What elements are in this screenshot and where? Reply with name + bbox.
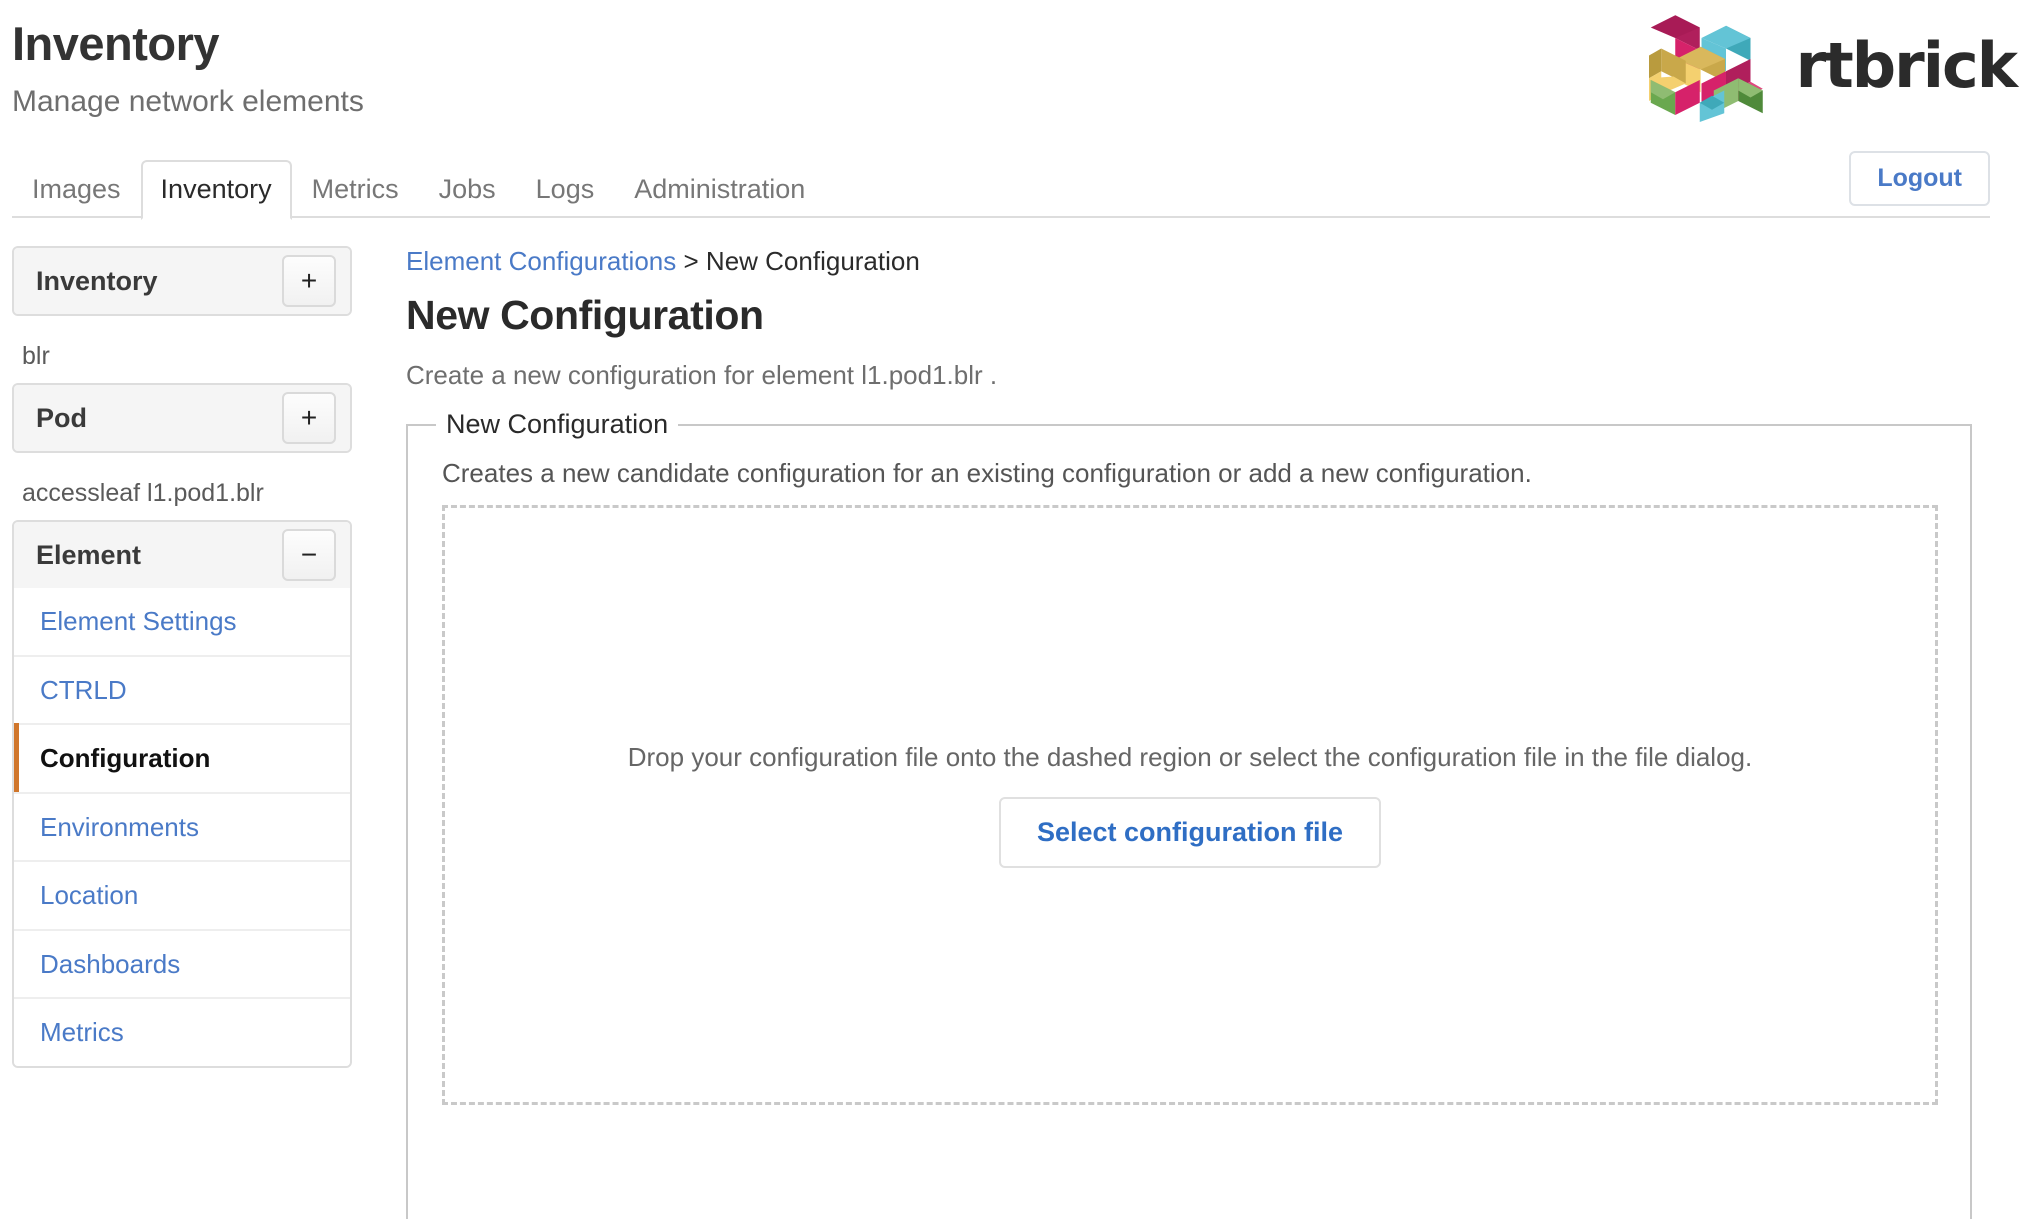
tab-administration[interactable]: Administration <box>614 163 825 218</box>
sidebar-panel-element-title: Element <box>36 539 142 570</box>
sidebar-item-location[interactable]: Location <box>14 860 350 929</box>
sidebar-panel-inventory-header: Inventory + <box>14 248 350 314</box>
sidebar-item-metrics[interactable]: Metrics <box>14 997 350 1066</box>
sidebar-panel-inventory: Inventory + <box>12 246 352 316</box>
sidebar-panel-element-header: Element − <box>14 522 350 588</box>
sidebar-panel-pod-header: Pod + <box>14 385 350 451</box>
tab-images[interactable]: Images <box>12 163 141 218</box>
sidebar-panel-element: Element − Element Settings CTRLD Configu… <box>12 520 352 1068</box>
sidebar: Inventory + blr Pod + accessleaf l1.pod1… <box>0 246 360 1170</box>
tab-jobs[interactable]: Jobs <box>419 163 516 218</box>
tab-inventory[interactable]: Inventory <box>140 160 292 220</box>
sidebar-element-menu: Element Settings CTRLD Configuration Env… <box>14 588 350 1066</box>
brand-logo: rtbrick <box>1642 10 2018 122</box>
sidebar-item-element-settings[interactable]: Element Settings <box>14 588 350 655</box>
main-description: Create a new configuration for element l… <box>406 360 998 391</box>
expand-inventory-button[interactable]: + <box>282 255 336 307</box>
collapse-element-button[interactable]: − <box>282 529 336 581</box>
configuration-file-dropzone[interactable]: Drop your configuration file onto the da… <box>442 505 1938 1106</box>
sidebar-item-dashboards[interactable]: Dashboards <box>14 928 350 998</box>
content-area: Inventory + blr Pod + accessleaf l1.pod1… <box>0 218 2044 1219</box>
sidebar-panel-pod-title: Pod <box>36 402 87 433</box>
main-navigation-tabs: Images Inventory Metrics Jobs Logs Admin… <box>12 151 1990 220</box>
main-heading: New Configuration <box>406 292 764 338</box>
brand-wordmark: rtbrick <box>1795 29 2018 102</box>
sidebar-item-ctrld[interactable]: CTRLD <box>14 654 350 724</box>
sidebar-panel-inventory-title: Inventory <box>36 265 158 296</box>
new-configuration-description: Creates a new candidate configuration fo… <box>442 458 1532 489</box>
sidebar-panel-pod: Pod + <box>12 383 352 453</box>
new-configuration-fieldset: New Configuration Creates a new candidat… <box>406 409 1972 1219</box>
tab-logs[interactable]: Logs <box>516 163 615 218</box>
logout-button[interactable]: Logout <box>1849 151 1990 206</box>
group-label-blr: blr <box>22 342 50 370</box>
page-header: Inventory Manage network elements rtbric… <box>0 0 2044 162</box>
sidebar-item-configuration[interactable]: Configuration <box>14 723 350 792</box>
group-label-accessleaf: accessleaf l1.pod1.blr <box>22 479 264 507</box>
breadcrumb-current: New Configuration <box>705 246 920 276</box>
rtbrick-cube-logo-icon <box>1648 15 1763 122</box>
dropzone-instruction-text: Drop your configuration file onto the da… <box>627 742 1753 773</box>
breadcrumb: Element Configurations > New Configurati… <box>406 246 1972 281</box>
new-configuration-legend: New Configuration <box>446 409 669 440</box>
tab-metrics[interactable]: Metrics <box>292 163 419 218</box>
breadcrumb-link-element-configurations[interactable]: Element Configurations <box>406 246 676 276</box>
expand-pod-button[interactable]: + <box>282 392 336 444</box>
main-content: Element Configurations > New Configurati… <box>360 246 2044 1219</box>
select-configuration-file-button[interactable]: Select configuration file <box>998 797 1382 869</box>
sidebar-item-environments[interactable]: Environments <box>14 791 350 861</box>
breadcrumb-separator: > <box>683 246 699 276</box>
tab-list: Images Inventory Metrics Jobs Logs Admin… <box>12 160 1990 220</box>
